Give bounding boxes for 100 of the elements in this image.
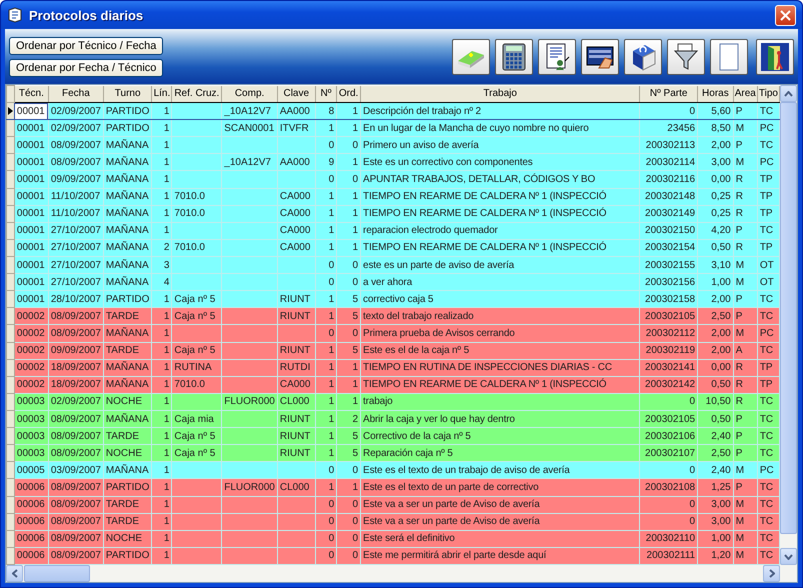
table-cell: R (733, 239, 758, 256)
table-cell: 00001 (14, 102, 48, 120)
table-cell: 1 (152, 342, 172, 360)
column-header[interactable]: Nº (315, 86, 337, 102)
table-cell: TARDE (103, 342, 152, 360)
table-row[interactable]: 00001 02/09/2007 PARTIDO 1 SCAN0001 ITVFR 1 1 En un lugar de la Mancha de cuyo nombre no quiero 23456 8,50 M PC (6, 120, 780, 137)
table-row[interactable]: 00001 28/10/2007 PARTIDO 1 Caja nº 5 RIUNT 1 5 correctivo caja 5 200302158 2,00 P TC (6, 290, 780, 308)
table-cell (172, 478, 222, 496)
table-cell (222, 376, 278, 394)
table-cell (172, 222, 222, 240)
column-header[interactable]: Fecha (48, 86, 104, 102)
table-row[interactable]: 00003 08/09/2007 NOCHE 1 Caja nº 5 RIUNT 1 5 Reparación caja nº 5 200302107 2,50 P TC (6, 444, 780, 462)
table-row[interactable]: 00006 08/09/2007 TARDE 1 0 0 Este va a ser un parte de Aviso de avería 0 3,00 M TC (6, 513, 780, 530)
table-cell: 5 (336, 342, 361, 360)
table-row[interactable]: 00006 08/09/2007 NOCHE 1 0 0 Este será el definitivo 200302110 1,00 M TC (6, 530, 780, 548)
toolbar-button[interactable] (495, 38, 533, 74)
table-cell: TARDE (103, 513, 152, 530)
table-cell: 08/09/2007 (48, 530, 104, 548)
table-cell: 00002 (14, 376, 48, 394)
table-cell: CA000 (277, 188, 316, 206)
table-cell: TIEMPO EN REARME DE CALDERA Nº 1 (INSPECCIÓ (360, 239, 640, 256)
column-header[interactable]: Comp. (222, 86, 278, 102)
table-cell: 1 (152, 170, 172, 188)
table-cell: M (733, 513, 758, 530)
table-cell: 1 (152, 393, 172, 410)
table-row[interactable]: 00006 08/09/2007 TARDE 1 0 0 Este va a ser un parte de Aviso de avería 0 3,00 M TC (6, 496, 780, 514)
scroll-down-button[interactable] (780, 548, 797, 565)
table-cell: 200302108 (640, 478, 698, 496)
table-cell: 0 (336, 513, 361, 530)
sort-button[interactable]: Ordenar por Técnico / Fecha (9, 36, 164, 54)
table-row[interactable]: 00006 08/09/2007 PARTIDO 1 0 0 Este me permitirá abrir el parte desde aquí 200302111 1,20 M TC (6, 547, 780, 564)
table-row[interactable]: 00001 27/10/2007 MAÑANA 1 CA000 1 1 reparacion electrodo quemador 200302150 4,20 P TC (6, 222, 780, 240)
table-cell: 1 (152, 376, 172, 394)
table-row[interactable]: 00005 03/09/2007 MAÑANA 1 0 0 Este es el texto de un trabajo de aviso de avería 0 2,40 M PC (6, 462, 780, 479)
table-row[interactable]: 00002 18/09/2007 MAÑANA 1 RUTINA RUTDI 1 1 TIEMPO EN RUTINA DE INSPECCIONES DIARIAS - CC 200302141 0,00 R TP (6, 359, 780, 376)
toolbar-button[interactable] (538, 38, 576, 74)
column-header[interactable]: Tipo (757, 86, 780, 102)
table-cell: 1 (315, 205, 337, 222)
table-cell: TIEMPO EN REARME DE CALDERA Nº 1 (INSPECCIÓ (360, 205, 640, 222)
table-cell: P (733, 222, 758, 240)
column-header[interactable]: Area (733, 86, 758, 102)
scroll-up-button[interactable] (780, 85, 797, 102)
column-header[interactable]: Horas (698, 86, 734, 102)
table-row[interactable]: 00001 08/09/2007 MAÑANA 1 0 0 Primero un aviso de avería 200302113 2,00 P TC (6, 136, 780, 154)
column-header[interactable]: Lín. (152, 86, 172, 102)
toolbar-button[interactable] (452, 38, 490, 74)
card-icon (585, 44, 615, 70)
column-header[interactable]: Nº Parte (640, 86, 698, 102)
table-row[interactable]: 00001 11/10/2007 MAÑANA 1 7010.0 CA000 1 1 TIEMPO EN REARME DE CALDERA Nº 1 (INSPECCIÓ 200302149 0,25 R TP (6, 205, 780, 222)
table-cell: 1 (336, 222, 361, 240)
table-row[interactable]: 00001 27/10/2007 MAÑANA 3 0 0 este es un parte de aviso de avería 200302155 3,10 M OT (6, 256, 780, 274)
table-cell: MAÑANA (103, 205, 152, 222)
table-row[interactable]: 00003 08/09/2007 TARDE 1 Caja nº 5 RIUNT 1 5 Correctivo de la caja nº 5 200302106 2,40 P TC (6, 428, 780, 445)
column-header[interactable]: Trabajo (360, 86, 640, 102)
door-icon (760, 42, 790, 72)
scroll-thumb[interactable] (780, 102, 797, 534)
row-selector[interactable] (6, 120, 14, 137)
column-header[interactable]: Turno (103, 86, 152, 102)
column-header[interactable]: Clave (277, 86, 316, 102)
table-cell: R (733, 359, 758, 376)
table-row[interactable]: 00002 08/09/2007 TARDE 1 Caja nº 5 RIUNT 1 5 texto del trabajo realizado 200302105 2,50 P TC (6, 308, 780, 325)
toolbar-button[interactable] (710, 38, 748, 74)
column-header[interactable]: Técn. (14, 86, 48, 102)
table-cell: 0 (336, 324, 361, 342)
table-cell: 00001 (14, 170, 48, 188)
row-selector[interactable] (6, 102, 14, 120)
table-row[interactable]: 00002 08/09/2007 MAÑANA 1 0 0 Primera prueba de Avisos cerrando 200302112 2,00 M PC (6, 324, 780, 342)
scroll-left-button[interactable] (6, 565, 23, 582)
scroll-thumb[interactable] (24, 565, 90, 582)
table-cell: 1 (336, 205, 361, 222)
toolbar-button[interactable] (756, 38, 794, 74)
table-row[interactable]: 00001 27/10/2007 MAÑANA 4 0 0 a ver ahora 200302156 1,00 M OT (6, 274, 780, 291)
column-header[interactable]: Ref. Cruz. (172, 86, 222, 102)
table-cell: Este será el definitivo (360, 530, 640, 548)
table-cell: 08/09/2007 (48, 513, 104, 530)
table-row[interactable]: 00003 02/09/2007 NOCHE 1 FLUOR000 CL000 1 1 trabajo 0 10,50 R TC (6, 393, 780, 410)
table-row[interactable]: 00001 27/10/2007 MAÑANA 2 7010.0 CA000 1 1 TIEMPO EN REARME DE CALDERA Nº 1 (INSPECCIÓ 200302154 0,50 R TP (6, 239, 780, 256)
table-row[interactable]: 00001 09/09/2007 MAÑANA 1 0 0 APUNTAR TRABAJOS, DETALLAR, CÓDIGOS Y BO 200302116 0,00 R TP (6, 170, 780, 188)
table-cell: CA000 (277, 239, 316, 256)
table-cell: 1 (336, 376, 361, 394)
table-cell: CA000 (277, 205, 316, 222)
toolbar-button[interactable] (581, 38, 619, 74)
table-row[interactable]: 00002 09/09/2007 TARDE 1 Caja nº 5 RIUNT 1 5 Este es el de la caja nº 5 200302119 2,00 A TC (6, 342, 780, 360)
column-header[interactable]: Ord. (336, 86, 361, 102)
table-row[interactable]: 00001 02/09/2007 PARTIDO 1 _10A12V7 AA000 8 1 Descripción del trabajo nº 2 0 5,60 P TC (6, 102, 780, 120)
table-row[interactable]: 00003 08/09/2007 MAÑANA 1 Caja mia RIUNT 1 2 Abrir la caja y ver lo que hay dentro 200302105 0,50 P TC (6, 410, 780, 428)
table-cell: 0,00 (698, 170, 734, 188)
toolbar-button[interactable] (624, 38, 662, 74)
table-cell: 0,25 (698, 188, 734, 206)
scroll-right-button[interactable] (763, 565, 780, 582)
toolbar-button[interactable] (667, 38, 705, 74)
sort-button[interactable]: Ordenar por Fecha / Técnico (9, 58, 164, 76)
table-cell: 7010.0 (172, 376, 222, 394)
table-row[interactable]: 00001 08/09/2007 MAÑANA 1 _10A12V7 AA000 9 1 Este es un correctivo con componentes 200302114 3,00 M PC (6, 154, 780, 171)
table-cell: 02/09/2007 (48, 393, 104, 410)
close-button[interactable] (775, 4, 796, 26)
table-row[interactable]: 00001 11/10/2007 MAÑANA 1 7010.0 CA000 1 1 TIEMPO EN REARME DE CALDERA Nº 1 (INSPECCIÓ 200302148 0,25 R TP (6, 188, 780, 206)
table-row[interactable]: 00006 08/09/2007 PARTIDO 1 FLUOR000 CL000 1 1 Este es el texto de un parte de correctivo 200302108 1,25 P TC (6, 478, 780, 496)
table-cell (172, 530, 222, 548)
table-row[interactable]: 00002 18/09/2007 MAÑANA 1 7010.0 CA000 1 1 TIEMPO EN REARME DE CALDERA Nº 1 (INSPECCIÓ 200302142 0,50 R TP (6, 376, 780, 394)
